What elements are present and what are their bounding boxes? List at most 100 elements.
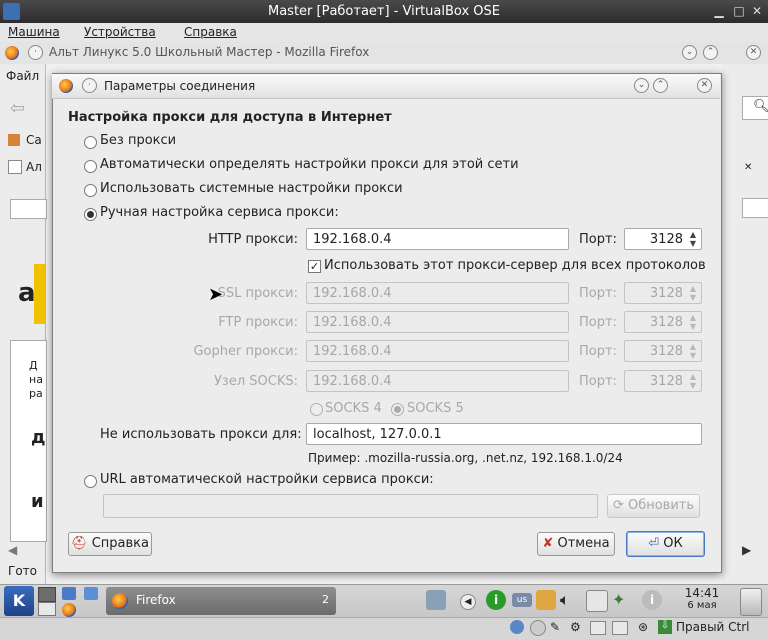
tab-close-icon[interactable]: ✕: [744, 162, 752, 173]
ftp-proxy-input[interactable]: 192.168.0.4: [306, 311, 569, 333]
clipboard-icon[interactable]: [586, 590, 608, 612]
minimize-icon[interactable]: ⌄: [682, 45, 697, 60]
maximize-icon[interactable]: ⌃: [703, 45, 718, 60]
close-icon[interactable]: ✕: [697, 78, 712, 93]
gopher-proxy-input[interactable]: 192.168.0.4: [306, 340, 569, 362]
radio-auto-detect-label[interactable]: Автоматически определять настройки прокс…: [100, 157, 519, 172]
spinner-arrows-icon[interactable]: ▲ ▼: [687, 313, 699, 331]
menu-help[interactable]: Справка: [184, 25, 237, 39]
gopher-proxy-label: Gopher прокси:: [193, 344, 298, 359]
clock-time: 14:41: [684, 586, 720, 600]
help-button[interactable]: ⛑ Справка: [68, 532, 152, 556]
capture-icon[interactable]: ⊛: [638, 620, 648, 634]
search-icon[interactable]: 🔍︎: [742, 96, 768, 120]
keyboard-layout-icon[interactable]: us: [512, 593, 532, 607]
spinner-arrows-icon[interactable]: ▲ ▼: [687, 230, 699, 248]
radio-manual-proxy-label[interactable]: Ручная настройка сервиса прокси:: [100, 205, 339, 220]
spinner-arrows-icon[interactable]: ▲ ▼: [687, 372, 699, 390]
cdrom-icon[interactable]: [530, 620, 546, 636]
spinner-arrows-icon[interactable]: ▲ ▼: [687, 284, 699, 302]
radio-manual-proxy[interactable]: [84, 208, 97, 221]
search-field[interactable]: [10, 199, 47, 219]
volume-icon[interactable]: 🔈︎: [560, 590, 580, 610]
bookmark-label[interactable]: Са: [26, 133, 42, 147]
desktop-1-icon[interactable]: [38, 587, 56, 602]
clock[interactable]: 14:41 6 мая: [672, 586, 732, 611]
use-all-protocols-label[interactable]: Использовать этот прокси-сервер для всех…: [324, 258, 706, 273]
scroll-left-icon[interactable]: ◀: [8, 543, 17, 557]
maximize-icon[interactable]: ⌃: [653, 78, 668, 93]
close-icon[interactable]: ✕: [750, 4, 764, 18]
menu-devices[interactable]: Устройства: [84, 25, 156, 39]
firefox-launcher-icon[interactable]: [62, 603, 76, 617]
window-menu-icon[interactable]: ·: [82, 78, 97, 93]
usb-icon[interactable]: ✎: [550, 620, 560, 634]
radio-socks5[interactable]: [391, 403, 404, 416]
ok-icon: ⏎: [648, 536, 660, 551]
desktop-2-icon[interactable]: [38, 602, 56, 616]
kde-menu-icon[interactable]: K: [4, 586, 34, 616]
spinner-arrows-icon[interactable]: ▲ ▼: [687, 342, 699, 360]
gopher-port-spinner[interactable]: 3128 ▲ ▼: [624, 340, 702, 362]
auto-config-url-input[interactable]: [103, 494, 598, 518]
address-field-end[interactable]: [742, 198, 768, 218]
socks-port-spinner[interactable]: 3128 ▲ ▼: [624, 370, 702, 392]
tray-collapse-icon[interactable]: ◀: [460, 594, 476, 610]
http-proxy-input[interactable]: 192.168.0.4: [306, 228, 569, 250]
reload-icon: ⟳: [612, 498, 624, 513]
back-icon[interactable]: ⇦: [10, 98, 25, 119]
shared-folders-icon[interactable]: [590, 621, 606, 635]
no-proxy-input[interactable]: localhost, 127.0.0.1: [306, 423, 702, 445]
menu-file[interactable]: Файл: [6, 69, 39, 83]
radio-auto-config-url[interactable]: [84, 475, 97, 488]
socks-port-value: 3128: [649, 374, 683, 389]
tab-title[interactable]: Ал: [26, 160, 42, 174]
ok-button[interactable]: ⏎ ОК: [626, 531, 705, 557]
file-manager-icon[interactable]: [62, 587, 76, 600]
scroll-right-icon[interactable]: ▶: [742, 543, 751, 557]
network-adapter-icon[interactable]: ⚙: [570, 620, 581, 634]
taskbar-item-firefox[interactable]: Firefox 2: [106, 587, 336, 615]
ssl-proxy-input[interactable]: 192.168.0.4: [306, 282, 569, 304]
maximize-icon[interactable]: □: [732, 4, 746, 18]
ssl-port-value: 3128: [649, 286, 683, 301]
socks-host-input[interactable]: 192.168.0.4: [306, 370, 569, 392]
ssl-port-spinner[interactable]: 3128 ▲ ▼: [624, 282, 702, 304]
close-icon[interactable]: ✕: [746, 45, 761, 60]
no-proxy-label: Не использовать прокси для:: [100, 427, 302, 442]
socks-port-label: Порт:: [579, 374, 617, 389]
host-key-label: Правый Ctrl: [676, 620, 750, 634]
use-all-protocols-checkbox[interactable]: ✓: [308, 260, 321, 273]
radio-no-proxy-label[interactable]: Без прокси: [100, 133, 176, 148]
network-icon[interactable]: ✦: [612, 590, 632, 610]
ftp-port-spinner[interactable]: 3128 ▲ ▼: [624, 311, 702, 333]
ssl-port-label: Порт:: [579, 286, 617, 301]
display-icon[interactable]: [426, 590, 446, 610]
terminal-icon[interactable]: [84, 587, 98, 600]
menu-machine[interactable]: Машина: [8, 25, 60, 39]
notifications-icon[interactable]: i: [642, 590, 662, 610]
radio-system-proxy-label[interactable]: Использовать системные настройки прокси: [100, 181, 403, 196]
cancel-button-label: Отмена: [557, 536, 610, 551]
radio-no-proxy[interactable]: [84, 136, 97, 149]
dialog-title: Параметры соединения: [104, 79, 256, 93]
http-port-spinner[interactable]: 3128 ▲ ▼: [624, 228, 702, 250]
minimize-icon[interactable]: ▁: [712, 4, 726, 18]
info-icon[interactable]: i: [486, 590, 506, 610]
host-key-icon[interactable]: ⇩: [658, 620, 672, 634]
trash-icon[interactable]: [740, 588, 762, 616]
window-menu-icon[interactable]: ·: [28, 45, 43, 60]
hdd-icon[interactable]: [510, 620, 524, 634]
reload-button[interactable]: ⟳ Обновить: [607, 494, 700, 518]
radio-socks4[interactable]: [310, 403, 323, 416]
radio-auto-detect[interactable]: [84, 160, 97, 173]
page-banner: [34, 264, 45, 324]
minimize-icon[interactable]: ⌄: [634, 78, 649, 93]
radio-auto-config-url-label[interactable]: URL автоматической настройки сервиса про…: [100, 472, 434, 487]
seamless-icon[interactable]: [612, 621, 628, 635]
cancel-button[interactable]: ✘ Отмена: [537, 532, 615, 556]
radio-socks4-label[interactable]: SOCKS 4: [325, 401, 382, 416]
update-icon[interactable]: [536, 590, 556, 610]
radio-socks5-label[interactable]: SOCKS 5: [407, 401, 464, 416]
radio-system-proxy[interactable]: [84, 184, 97, 197]
